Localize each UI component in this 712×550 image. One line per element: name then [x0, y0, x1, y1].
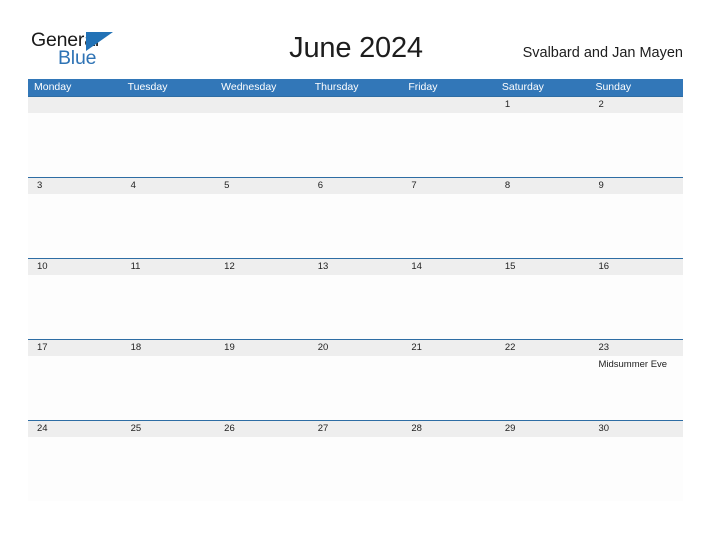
- day-event[interactable]: [122, 113, 216, 177]
- day-number[interactable]: 25: [122, 421, 216, 437]
- day-event[interactable]: [589, 194, 683, 258]
- weekday-header-monday: Monday: [34, 81, 72, 93]
- day-number[interactable]: 22: [496, 340, 590, 356]
- day-event[interactable]: [28, 437, 122, 501]
- day-event[interactable]: [402, 356, 496, 420]
- week-event-row: [28, 113, 683, 177]
- day-event[interactable]: [28, 194, 122, 258]
- day-event[interactable]: [215, 113, 309, 177]
- day-number[interactable]: 19: [215, 340, 309, 356]
- day-number[interactable]: 26: [215, 421, 309, 437]
- weekday-header-row: Monday Tuesday Wednesday Thursday Friday…: [28, 79, 683, 96]
- region-label: Svalbard and Jan Mayen: [522, 45, 683, 61]
- week-event-row: [28, 437, 683, 501]
- day-number[interactable]: 24: [28, 421, 122, 437]
- calendar-page: General Blue June 2024 Svalbard and Jan …: [0, 0, 712, 550]
- week-date-bar: 24 25 26 27 28 29 30: [28, 421, 683, 437]
- day-number[interactable]: 16: [589, 259, 683, 275]
- weekday-header-thursday: Thursday: [314, 81, 359, 93]
- calendar-week-row: 24 25 26 27 28 29 30: [28, 420, 683, 501]
- day-event[interactable]: [215, 356, 309, 420]
- week-date-bar: 1 2: [28, 97, 683, 113]
- page-header: General Blue June 2024 Svalbard and Jan …: [0, 0, 712, 78]
- day-event[interactable]: [402, 437, 496, 501]
- weekday-header-wednesday: Wednesday: [221, 81, 277, 93]
- day-number[interactable]: 4: [122, 178, 216, 194]
- calendar-table: Monday Tuesday Wednesday Thursday Friday…: [28, 79, 683, 501]
- day-number[interactable]: 27: [309, 421, 403, 437]
- day-number[interactable]: 6: [309, 178, 403, 194]
- day-event[interactable]: [122, 437, 216, 501]
- day-number[interactable]: [309, 97, 403, 113]
- day-event[interactable]: [496, 194, 590, 258]
- day-event[interactable]: [589, 275, 683, 339]
- day-number[interactable]: [215, 97, 309, 113]
- calendar-week-row: 1 2: [28, 96, 683, 177]
- weekday-header-friday: Friday: [408, 81, 438, 93]
- day-event[interactable]: [309, 437, 403, 501]
- calendar-week-row: 17 18 19 20 21 22 23 Midsummer Eve: [28, 339, 683, 420]
- calendar-week-row: 10 11 12 13 14 15 16: [28, 258, 683, 339]
- week-date-bar: 10 11 12 13 14 15 16: [28, 259, 683, 275]
- day-event[interactable]: [215, 194, 309, 258]
- week-event-row: [28, 194, 683, 258]
- day-event[interactable]: [589, 113, 683, 177]
- day-number[interactable]: 9: [589, 178, 683, 194]
- day-event[interactable]: [309, 275, 403, 339]
- day-event[interactable]: [309, 194, 403, 258]
- day-event[interactable]: [28, 275, 122, 339]
- day-number[interactable]: 13: [309, 259, 403, 275]
- day-number[interactable]: 5: [215, 178, 309, 194]
- day-number[interactable]: 17: [28, 340, 122, 356]
- week-date-bar: 3 4 5 6 7 8 9: [28, 178, 683, 194]
- day-event[interactable]: [402, 194, 496, 258]
- day-event[interactable]: [28, 356, 122, 420]
- day-event[interactable]: [589, 437, 683, 501]
- day-event-midsummer-eve[interactable]: Midsummer Eve: [589, 356, 683, 420]
- day-event[interactable]: [215, 437, 309, 501]
- day-number[interactable]: [402, 97, 496, 113]
- day-number[interactable]: 2: [589, 97, 683, 113]
- day-number[interactable]: 1: [496, 97, 590, 113]
- day-number[interactable]: 29: [496, 421, 590, 437]
- week-event-row: [28, 275, 683, 339]
- day-number[interactable]: 23: [589, 340, 683, 356]
- day-number[interactable]: 18: [122, 340, 216, 356]
- day-number[interactable]: 12: [215, 259, 309, 275]
- day-event[interactable]: [309, 113, 403, 177]
- day-event[interactable]: [122, 356, 216, 420]
- weekday-header-sunday: Sunday: [595, 81, 632, 93]
- day-number[interactable]: 3: [28, 178, 122, 194]
- day-number[interactable]: 30: [589, 421, 683, 437]
- day-event[interactable]: [122, 194, 216, 258]
- day-event[interactable]: [402, 113, 496, 177]
- day-number[interactable]: 7: [402, 178, 496, 194]
- day-event[interactable]: [122, 275, 216, 339]
- week-event-row: Midsummer Eve: [28, 356, 683, 420]
- calendar-week-row: 3 4 5 6 7 8 9: [28, 177, 683, 258]
- day-number[interactable]: 8: [496, 178, 590, 194]
- weekday-header-tuesday: Tuesday: [127, 81, 168, 93]
- day-event[interactable]: [402, 275, 496, 339]
- day-number[interactable]: 11: [122, 259, 216, 275]
- day-number[interactable]: 15: [496, 259, 590, 275]
- week-date-bar: 17 18 19 20 21 22 23: [28, 340, 683, 356]
- day-event[interactable]: [496, 356, 590, 420]
- day-number[interactable]: [28, 97, 122, 113]
- weekday-header-saturday: Saturday: [501, 81, 544, 93]
- day-number[interactable]: 10: [28, 259, 122, 275]
- day-number[interactable]: 20: [309, 340, 403, 356]
- day-number[interactable]: [122, 97, 216, 113]
- day-number[interactable]: 14: [402, 259, 496, 275]
- day-number[interactable]: 21: [402, 340, 496, 356]
- day-event[interactable]: [28, 113, 122, 177]
- day-event[interactable]: [309, 356, 403, 420]
- day-event[interactable]: [496, 437, 590, 501]
- day-event[interactable]: [496, 275, 590, 339]
- day-event[interactable]: [215, 275, 309, 339]
- day-number[interactable]: 28: [402, 421, 496, 437]
- day-event[interactable]: [496, 113, 590, 177]
